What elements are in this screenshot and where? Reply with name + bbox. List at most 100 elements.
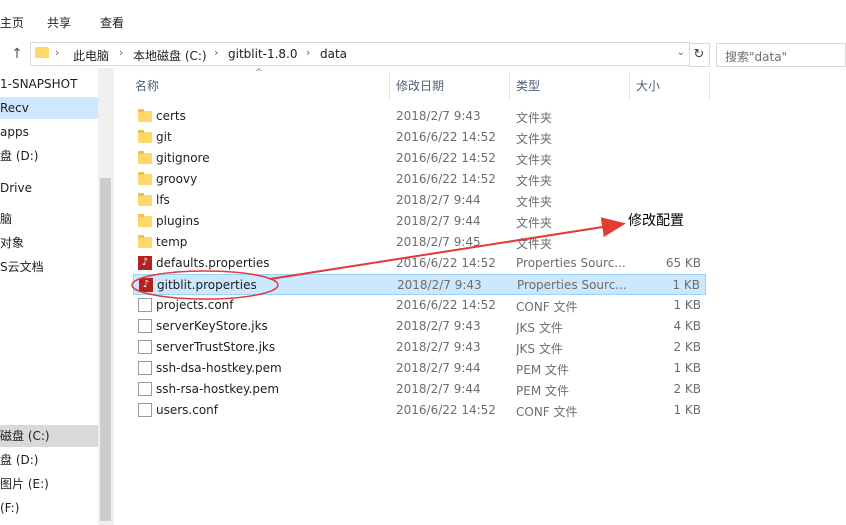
column-header-size[interactable]: 大小 xyxy=(636,72,660,100)
file-size: 4 KB xyxy=(673,319,701,333)
file-icon xyxy=(138,361,152,375)
column-divider[interactable] xyxy=(629,72,630,100)
file-date: 2018/2/7 9:44 xyxy=(396,382,481,396)
file-type: CONF 文件 xyxy=(516,300,578,314)
file-row[interactable]: serverKeyStore.jks 2018/2/7 9:43 JKS 文件 4 K… xyxy=(133,316,706,337)
file-date: 2018/2/7 9:43 xyxy=(396,340,481,354)
breadcrumb-this-pc[interactable]: 此电脑 xyxy=(73,47,109,64)
file-name: groovy xyxy=(156,172,198,186)
file-type: CONF 文件 xyxy=(516,405,578,419)
folder-icon xyxy=(138,130,152,143)
search-input[interactable]: 搜索"data" xyxy=(716,43,846,67)
file-type: Properties Sourc... xyxy=(517,278,627,292)
file-name: lfs xyxy=(156,193,170,207)
nav-item[interactable]: (F:) xyxy=(0,497,98,519)
nav-item[interactable]: 对象 xyxy=(0,232,98,254)
file-date: 2018/2/7 9:43 xyxy=(396,109,481,123)
file-row[interactable]: projects.conf 2016/6/22 14:52 CONF 文件 1 KB xyxy=(133,295,706,316)
tab-share[interactable]: 共享 xyxy=(47,14,71,31)
nav-item[interactable]: 图片 (E:) xyxy=(0,473,98,495)
ribbon: 主页 共享 查看 xyxy=(0,0,846,41)
column-divider[interactable] xyxy=(709,72,710,100)
file-row[interactable]: users.conf 2016/6/22 14:52 CONF 文件 1 KB xyxy=(133,400,706,421)
file-date: 2016/6/22 14:52 xyxy=(396,403,496,417)
chevron-down-icon[interactable]: ⌄ xyxy=(677,47,685,58)
file-row[interactable]: serverTrustStore.jks 2018/2/7 9:43 JKS 文件 2… xyxy=(133,337,706,358)
refresh-icon[interactable]: ↻ xyxy=(689,43,710,67)
nav-item[interactable]: Drive xyxy=(0,177,98,199)
file-row[interactable]: temp 2018/2/7 9:45 文件夹 xyxy=(133,232,706,253)
file-type: PEM 文件 xyxy=(516,363,569,377)
file-icon xyxy=(138,382,152,396)
address-row: ↑ › 此电脑 › 本地磁盘 (C:) › gitblit-1.8.0 › da… xyxy=(0,40,846,68)
file-date: 2018/2/7 9:45 xyxy=(396,235,481,249)
file-date: 2016/6/22 14:52 xyxy=(396,298,496,312)
file-type: 文件夹 xyxy=(516,111,553,125)
column-header-name[interactable]: 名称 xyxy=(135,72,159,100)
nav-scrollbar[interactable] xyxy=(98,68,113,525)
file-date: 2018/2/7 9:44 xyxy=(396,214,481,228)
folder-icon xyxy=(138,151,152,164)
file-name: projects.conf xyxy=(156,298,234,312)
file-icon xyxy=(138,340,152,354)
properties-file-icon: ♪ xyxy=(138,256,152,270)
file-name: serverKeyStore.jks xyxy=(156,319,268,333)
file-row[interactable]: ssh-rsa-hostkey.pem 2018/2/7 9:44 PEM 文件 2 … xyxy=(133,379,706,400)
chevron-right-icon[interactable]: › xyxy=(55,46,59,59)
file-row[interactable]: ♪ gitblit.properties 2018/2/7 9:43 Properti… xyxy=(133,274,706,295)
address-bar[interactable]: › 此电脑 › 本地磁盘 (C:) › gitblit-1.8.0 › data… xyxy=(30,42,690,66)
folder-icon xyxy=(138,193,152,206)
tab-home[interactable]: 主页 xyxy=(0,14,24,31)
up-arrow-icon[interactable]: ↑ xyxy=(8,45,26,63)
file-name: ssh-rsa-hostkey.pem xyxy=(156,382,280,396)
file-type: 文件夹 xyxy=(516,216,553,230)
file-row[interactable]: plugins 2018/2/7 9:44 文件夹 xyxy=(133,211,706,232)
file-icon xyxy=(138,403,152,417)
folder-icon xyxy=(138,214,152,227)
file-date: 2018/2/7 9:43 xyxy=(397,278,482,292)
file-date: 2018/2/7 9:44 xyxy=(396,361,481,375)
breadcrumb-gitblit[interactable]: gitblit-1.8.0 xyxy=(228,47,298,61)
file-row[interactable]: certs 2018/2/7 9:43 文件夹 xyxy=(133,106,706,127)
breadcrumb-local-disk-c[interactable]: 本地磁盘 (C:) xyxy=(133,47,207,64)
file-date: 2016/6/22 14:52 xyxy=(396,130,496,144)
column-divider[interactable] xyxy=(509,72,510,100)
file-type: 文件夹 xyxy=(516,237,553,251)
file-row[interactable]: gitignore 2016/6/22 14:52 文件夹 xyxy=(133,148,706,169)
file-type: JKS 文件 xyxy=(516,321,563,335)
nav-item[interactable]: Recv xyxy=(0,97,98,119)
file-date: 2018/2/7 9:43 xyxy=(396,319,481,333)
chevron-right-icon[interactable]: › xyxy=(119,46,123,59)
nav-item[interactable]: 脑 xyxy=(0,208,98,230)
file-name: serverTrustStore.jks xyxy=(156,340,276,354)
file-row[interactable]: groovy 2016/6/22 14:52 文件夹 xyxy=(133,169,706,190)
file-row[interactable]: ssh-dsa-hostkey.pem 2018/2/7 9:44 PEM 文件 1 … xyxy=(133,358,706,379)
tab-view[interactable]: 查看 xyxy=(100,14,124,31)
column-divider[interactable] xyxy=(389,72,390,100)
column-header-type[interactable]: 类型 xyxy=(516,72,540,100)
file-size: 1 KB xyxy=(673,403,701,417)
file-type: 文件夹 xyxy=(516,153,553,167)
scrollbar-thumb[interactable] xyxy=(100,178,111,521)
nav-item[interactable]: 盘 (D:) xyxy=(0,145,98,167)
file-row[interactable]: lfs 2018/2/7 9:44 文件夹 xyxy=(133,190,706,211)
chevron-right-icon[interactable]: › xyxy=(214,46,218,59)
file-name: defaults.properties xyxy=(156,256,270,270)
chevron-right-icon[interactable]: › xyxy=(306,46,310,59)
file-row[interactable]: ♪ defaults.properties 2016/6/22 14:52 Prope… xyxy=(133,253,706,274)
nav-item[interactable]: 盘 (D:) xyxy=(0,449,98,471)
navigation-pane: 1-SNAPSHOT Recv apps 盘 (D:) Drive 脑 对象 S… xyxy=(0,68,114,525)
file-name: gitblit.properties xyxy=(157,278,257,292)
file-size: 2 KB xyxy=(673,382,701,396)
nav-item[interactable]: apps xyxy=(0,121,98,143)
column-header-date[interactable]: 修改日期 xyxy=(396,72,444,100)
nav-item[interactable]: 1-SNAPSHOT xyxy=(0,73,98,95)
nav-item[interactable]: S云文档 xyxy=(0,256,98,278)
file-size: 1 KB xyxy=(672,278,700,292)
nav-item[interactable]: 磁盘 (C:) xyxy=(0,425,98,447)
properties-file-icon: ♪ xyxy=(139,278,153,292)
file-icon xyxy=(138,319,152,333)
breadcrumb-data[interactable]: data xyxy=(320,47,347,61)
file-row[interactable]: git 2016/6/22 14:52 文件夹 xyxy=(133,127,706,148)
file-name: certs xyxy=(156,109,186,123)
